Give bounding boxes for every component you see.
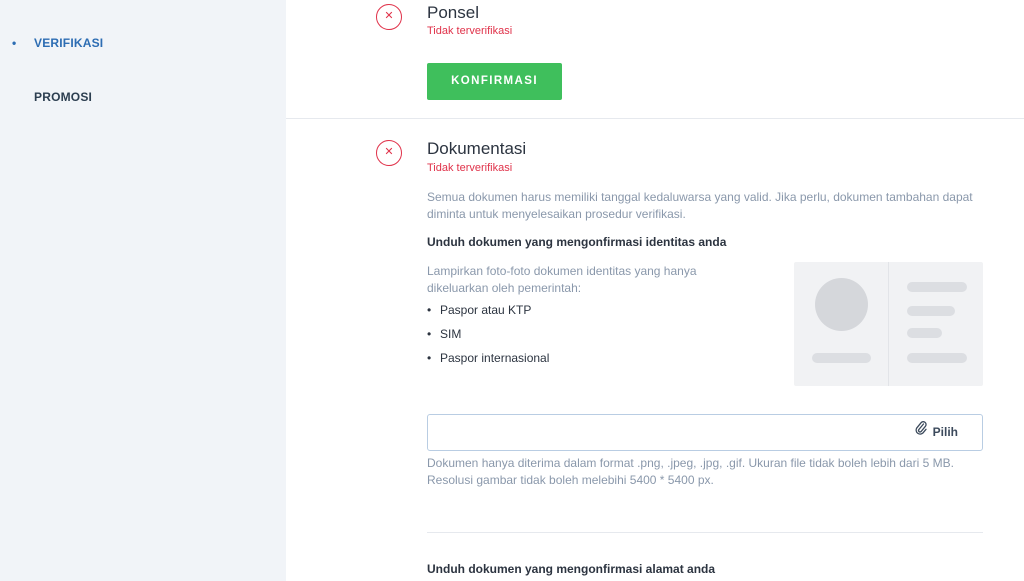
phone-status-text: Tidak terverifikasi — [427, 25, 513, 37]
paperclip-icon — [915, 415, 927, 450]
id-line-placeholder — [907, 282, 967, 292]
x-circle-icon: ✕ — [376, 4, 402, 30]
docs-section-title: Dokumentasi — [427, 139, 527, 158]
id-line-placeholder — [907, 306, 955, 316]
identity-heading: Unduh dokumen yang mengonfirmasi identit… — [427, 235, 727, 249]
list-item: • Paspor atau KTP — [427, 303, 532, 317]
sidebar: • VERIFIKASI PROMOSI — [0, 0, 286, 581]
id-card-illustration — [794, 262, 983, 386]
sidebar-item-label: VERIFIKASI — [34, 36, 104, 50]
file-upload-field[interactable]: Pilih — [427, 414, 983, 451]
address-heading: Unduh dokumen yang mengonfirmasi alamat … — [427, 562, 716, 576]
pick-file-button[interactable]: Pilih — [915, 415, 958, 450]
identity-attach-text: Lampirkan foto-foto dokumen identitas ya… — [427, 264, 697, 295]
list-item: • Paspor internasional — [427, 351, 550, 365]
active-dot-icon: • — [12, 36, 17, 50]
id-line-placeholder — [907, 328, 942, 338]
docs-status-text: Tidak terverifikasi — [427, 162, 513, 174]
confirm-button[interactable]: KONFIRMASI — [427, 63, 562, 100]
phone-section-title: Ponsel — [427, 3, 479, 22]
sidebar-item-label: PROMOSI — [34, 90, 93, 104]
main-content: ✕ Ponsel Tidak terverifikasi KONFIRMASI … — [286, 0, 1024, 581]
file-format-note: Dokumen hanya diterima dalam format .png… — [427, 456, 954, 487]
section-divider — [286, 118, 1024, 119]
id-photo-placeholder — [815, 278, 868, 331]
x-circle-icon: ✕ — [376, 140, 402, 166]
bullet-icon: • — [427, 351, 432, 365]
pick-label: Pilih — [932, 425, 958, 439]
sidebar-item-promosi[interactable]: PROMOSI — [34, 90, 92, 104]
section-divider — [427, 532, 983, 533]
id-card-divider — [888, 262, 889, 386]
bullet-icon: • — [427, 303, 432, 317]
docs-description: Semua dokumen harus memiliki tanggal ked… — [427, 190, 973, 221]
id-line-placeholder — [812, 353, 871, 363]
sidebar-item-verifikasi[interactable]: • VERIFIKASI — [12, 36, 104, 50]
bullet-icon: • — [427, 327, 432, 341]
list-item: • SIM — [427, 327, 462, 341]
id-line-placeholder — [907, 353, 967, 363]
